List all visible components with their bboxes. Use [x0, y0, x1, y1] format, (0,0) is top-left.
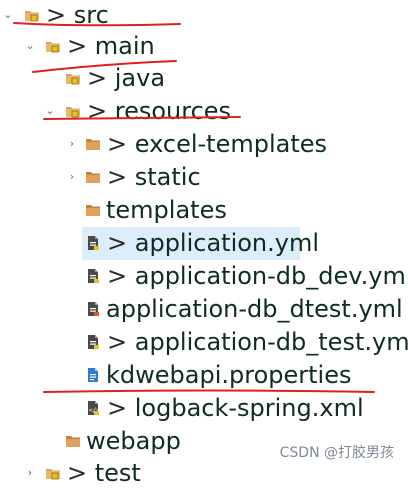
folder-icon [85, 136, 101, 152]
tree-item-application-db-test-yml[interactable]: > application-db_test.yml [0, 326, 408, 359]
yml-file-icon [85, 301, 101, 317]
chevron-right-icon[interactable]: › [66, 137, 78, 151]
tree-item-logback-spring-xml[interactable]: </> > logback-spring.xml [0, 392, 408, 425]
tree-item-static[interactable]: › > static [0, 161, 408, 194]
chevron-right-icon[interactable]: › [66, 170, 78, 184]
tree-item-label: > main [67, 32, 155, 60]
package-folder-icon [45, 38, 61, 54]
tree-item-application-db-dtest-yml[interactable]: application-db_dtest.yml [0, 293, 408, 326]
tree-item-kdwebapi-properties[interactable]: kdwebapi.properties [0, 359, 408, 392]
yml-file-icon [85, 235, 101, 251]
folder-icon [65, 433, 81, 449]
tree-item-label: > application-db_dev.yml [107, 262, 408, 290]
tree-item-label: > excel-templates [107, 130, 328, 158]
tree-item-src[interactable]: ⌄ > src [0, 0, 408, 32]
chevron-down-icon[interactable]: ⌄ [2, 8, 14, 22]
tree-item-label: > java [87, 64, 166, 92]
tree-item-templates[interactable]: templates [0, 194, 408, 227]
tree-item-label: application-db_dtest.yml [106, 295, 403, 323]
watermark: CSDN @打胶男孩 [279, 445, 394, 461]
package-folder-icon [65, 103, 81, 119]
folder-icon [85, 169, 101, 185]
tree-item-application-yml[interactable]: > application.yml [0, 227, 408, 260]
yml-file-icon [85, 268, 101, 284]
tree-item-label: > src [46, 1, 109, 29]
tree-item-label: > test [67, 459, 141, 487]
tree-item-label: kdwebapi.properties [106, 361, 352, 389]
tree-item-java[interactable]: > java [0, 62, 408, 95]
tree-item-label: > application-db_test.yml [107, 328, 408, 356]
chevron-right-icon[interactable]: › [24, 466, 36, 480]
tree-item-resources[interactable]: ⌄ > resources [0, 95, 408, 128]
tree-item-application-db-dev-yml[interactable]: > application-db_dev.yml [0, 260, 408, 293]
tree-item-label: templates [106, 196, 227, 224]
package-folder-icon [45, 465, 61, 481]
package-folder-icon [24, 7, 40, 23]
tree-item-excel-templates[interactable]: › > excel-templates [0, 128, 408, 161]
xml-file-icon: </> [85, 400, 101, 416]
folder-icon [85, 202, 101, 218]
tree-item-label: > logback-spring.xml [107, 394, 364, 422]
chevron-down-icon[interactable]: ⌄ [24, 39, 36, 53]
chevron-down-icon[interactable]: ⌄ [44, 104, 56, 118]
tree-item-label: > resources [87, 97, 232, 125]
yml-file-icon [85, 334, 101, 350]
tree-item-label: > static [107, 163, 201, 191]
package-folder-icon [65, 70, 81, 86]
tree-item-main[interactable]: ⌄ > main [0, 30, 408, 63]
tree-item-label: webapp [86, 427, 181, 455]
tree-item-label: > application.yml [107, 229, 320, 257]
properties-file-icon [85, 367, 101, 383]
